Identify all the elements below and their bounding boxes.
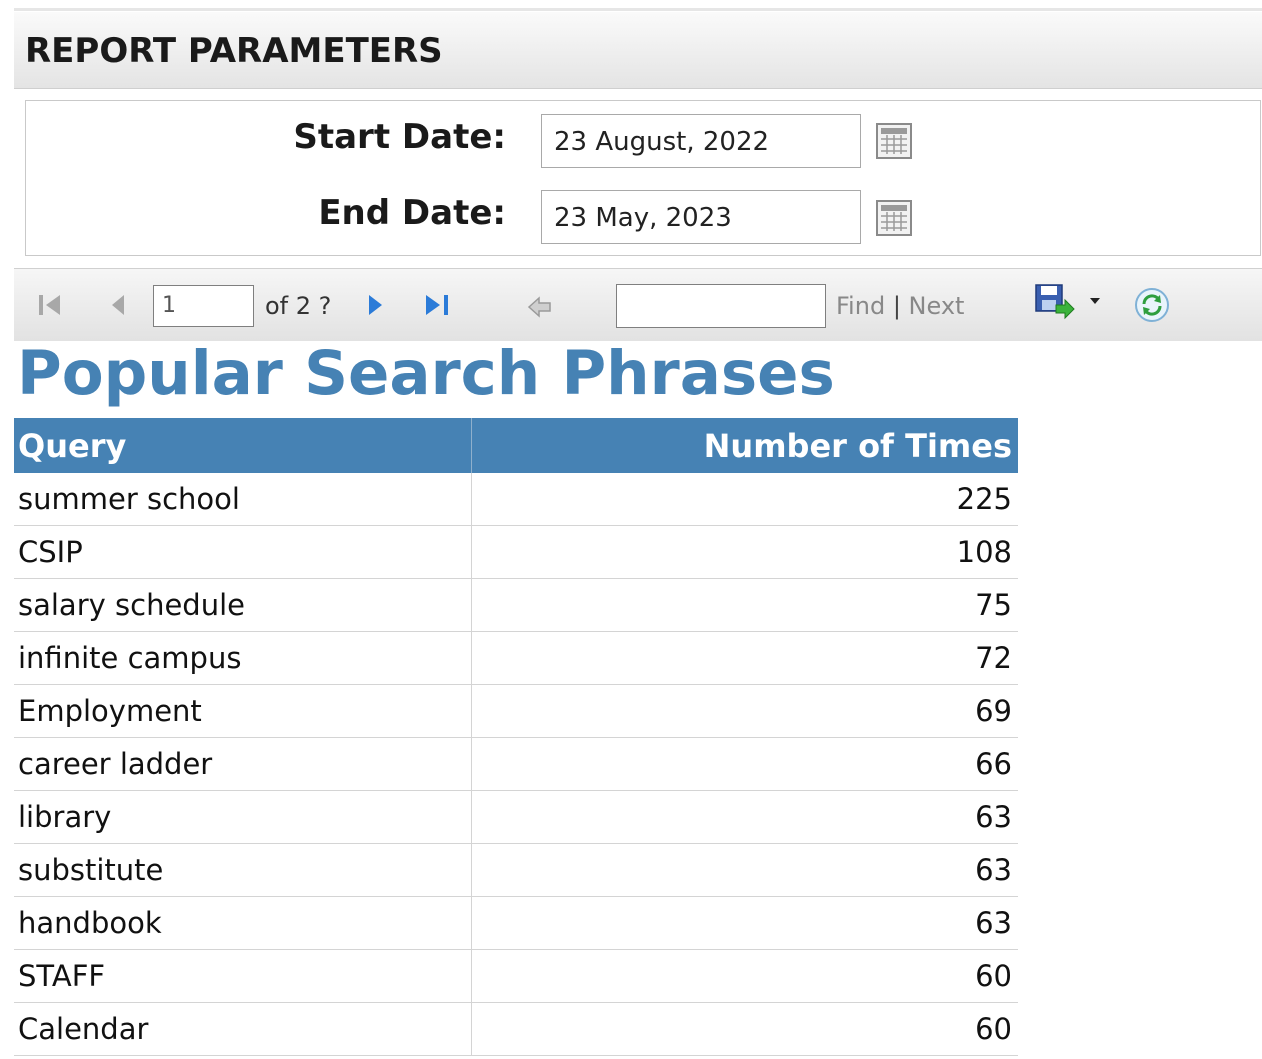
query-cell: career ladder [14, 737, 472, 791]
query-cell: handbook [14, 896, 472, 950]
table-row: Employment 69 [14, 684, 1018, 738]
calendar-icon[interactable] [876, 200, 912, 236]
query-cell: CSIP [14, 525, 472, 579]
count-cell: 108 [471, 525, 1018, 579]
count-cell: 225 [471, 473, 1018, 526]
table-row: STAFF 60 [14, 949, 1018, 1003]
table-row: infinite campus 72 [14, 631, 1018, 685]
find-separator: | [892, 292, 901, 320]
report-parameters-panel: Start Date: 23 August, 2022 End Date: 23… [25, 100, 1261, 256]
count-cell: 60 [471, 1002, 1018, 1056]
table-row: summer school 225 [14, 473, 1018, 526]
query-cell: Calendar [14, 1002, 472, 1056]
table-row: substitute 63 [14, 843, 1018, 897]
count-cell: 72 [471, 631, 1018, 685]
table-row: Calendar 60 [14, 1002, 1018, 1056]
search-phrases-table: Query Number of Times summer school 225 … [14, 418, 1018, 1056]
query-cell: salary schedule [14, 578, 472, 632]
query-cell: library [14, 790, 472, 844]
column-header-number-of-times[interactable]: Number of Times [471, 418, 1018, 473]
count-cell: 63 [471, 843, 1018, 897]
find-link[interactable]: Find [836, 292, 885, 320]
first-page-icon[interactable] [36, 291, 66, 319]
query-cell: summer school [14, 473, 472, 526]
back-icon[interactable] [526, 294, 554, 320]
previous-page-icon[interactable] [106, 291, 130, 319]
table-row: salary schedule 75 [14, 578, 1018, 632]
query-cell: substitute [14, 843, 472, 897]
report-title: Popular Search Phrases [17, 338, 835, 409]
current-page-input[interactable]: 1 [153, 285, 254, 327]
table-row: CSIP 108 [14, 525, 1018, 579]
find-text-input[interactable] [616, 284, 826, 328]
start-date-input[interactable]: 23 August, 2022 [541, 114, 861, 168]
end-date-input[interactable]: 23 May, 2023 [541, 190, 861, 244]
count-cell: 69 [471, 684, 1018, 738]
column-header-query[interactable]: Query [14, 418, 472, 473]
query-cell: STAFF [14, 949, 472, 1003]
top-divider [14, 8, 1262, 11]
table-header-row: Query Number of Times [14, 418, 1018, 473]
report-viewer-toolbar: 1 of 2 ? Find | Next [14, 268, 1262, 341]
end-date-label: End Date: [318, 193, 506, 233]
count-cell: 60 [471, 949, 1018, 1003]
table-row: handbook 63 [14, 896, 1018, 950]
query-cell: Employment [14, 684, 472, 738]
table-row: library 63 [14, 790, 1018, 844]
report-parameters-header: REPORT PARAMETERS [14, 12, 1262, 89]
count-cell: 75 [471, 578, 1018, 632]
calendar-icon[interactable] [876, 123, 912, 159]
table-row: career ladder 66 [14, 737, 1018, 791]
count-cell: 63 [471, 896, 1018, 950]
export-save-icon[interactable] [1034, 283, 1076, 321]
start-date-label: Start Date: [293, 117, 506, 157]
dropdown-arrow-icon[interactable] [1088, 295, 1102, 307]
find-next-controls: Find | Next [836, 292, 964, 320]
report-parameters-title: REPORT PARAMETERS [25, 31, 443, 71]
page-count-text: of 2 ? [265, 292, 332, 320]
next-link[interactable]: Next [909, 292, 965, 320]
next-page-icon[interactable] [364, 291, 388, 319]
count-cell: 63 [471, 790, 1018, 844]
refresh-icon[interactable] [1134, 287, 1170, 323]
count-cell: 66 [471, 737, 1018, 791]
query-cell: infinite campus [14, 631, 472, 685]
last-page-icon[interactable] [422, 291, 454, 319]
